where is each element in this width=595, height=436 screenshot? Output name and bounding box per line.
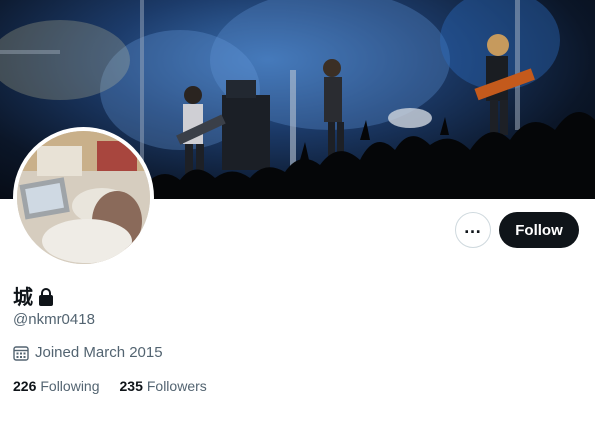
joined-text: Joined March 2015 [35, 344, 163, 361]
follow-button[interactable]: Follow [499, 212, 579, 248]
profile-handle: @nkmr0418 [13, 311, 95, 328]
followers-count: 235 [119, 378, 143, 394]
following-count: 226 [13, 378, 37, 394]
following-link[interactable]: 226 Following [13, 378, 100, 394]
joined-date: Joined March 2015 [13, 344, 163, 361]
more-icon: … [463, 217, 483, 237]
followers-link[interactable]: 235 Followers [120, 378, 207, 394]
followers-label: Followers [146, 378, 207, 394]
lock-icon [39, 288, 53, 306]
display-name: 城 [13, 285, 33, 309]
following-label: Following [40, 378, 100, 394]
calendar-icon [13, 345, 29, 361]
profile-avatar[interactable] [13, 127, 154, 268]
avatar-image [17, 131, 150, 264]
more-options-button[interactable]: … [455, 212, 491, 248]
follow-stats: 226 Following 235 Followers [13, 378, 207, 394]
name-row: 城 [13, 285, 55, 309]
